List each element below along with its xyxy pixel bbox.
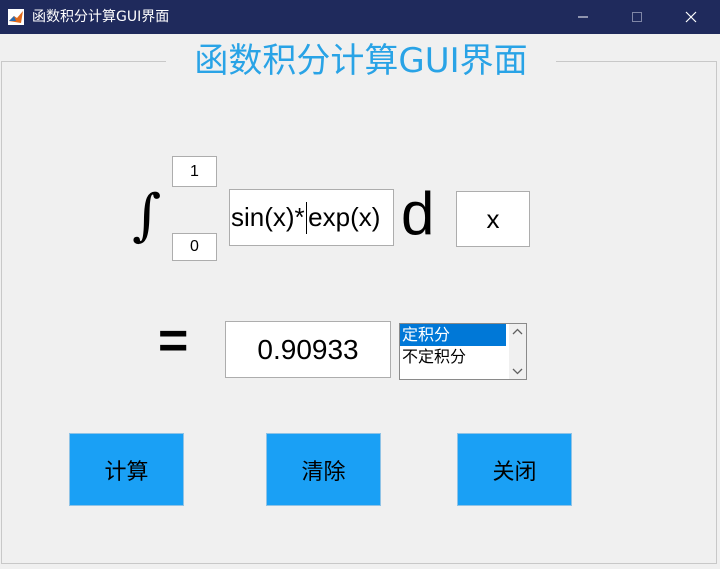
- function-text-after-caret: exp(x): [308, 202, 381, 232]
- maximize-icon: [632, 12, 642, 22]
- title-bar: 函数积分计算GUI界面: [0, 0, 720, 34]
- window-title: 函数积分计算GUI界面: [32, 9, 170, 25]
- panel-title: 函数积分计算GUI界面: [166, 38, 556, 84]
- close-window-button[interactable]: [668, 0, 714, 34]
- equals-sign: =: [158, 312, 189, 370]
- calculate-button[interactable]: 计算: [69, 433, 184, 506]
- listbox-option-definite[interactable]: 定积分: [400, 324, 506, 346]
- close-button[interactable]: 关闭: [457, 433, 572, 506]
- differential-label: d: [401, 180, 435, 247]
- integral-type-listbox[interactable]: 定积分 不定积分: [399, 323, 527, 380]
- maximize-button[interactable]: [614, 0, 660, 34]
- minimize-button[interactable]: [560, 0, 606, 34]
- chevron-down-icon[interactable]: [509, 363, 526, 379]
- function-text-before-caret: sin(x)*: [231, 202, 305, 232]
- result-output[interactable]: 0.90933: [225, 321, 391, 378]
- upper-limit-input[interactable]: 1: [172, 156, 217, 187]
- integral-symbol: ∫: [132, 183, 162, 248]
- lower-limit-input[interactable]: 0: [172, 233, 217, 261]
- close-icon: [685, 11, 697, 23]
- text-caret: [305, 201, 308, 234]
- clear-button[interactable]: 清除: [266, 433, 381, 506]
- matlab-icon: [8, 9, 24, 25]
- minimize-icon: [578, 16, 588, 18]
- chevron-up-icon[interactable]: [509, 324, 526, 340]
- listbox-scrollbar[interactable]: [509, 324, 526, 379]
- listbox-option-indefinite[interactable]: 不定积分: [400, 346, 506, 368]
- variable-input[interactable]: x: [456, 191, 530, 247]
- function-input[interactable]: sin(x)* exp(x): [229, 189, 394, 246]
- figure-content: 函数积分计算GUI界面 ∫ 1 0 sin(x)* exp(x) d x = 0.…: [0, 34, 720, 569]
